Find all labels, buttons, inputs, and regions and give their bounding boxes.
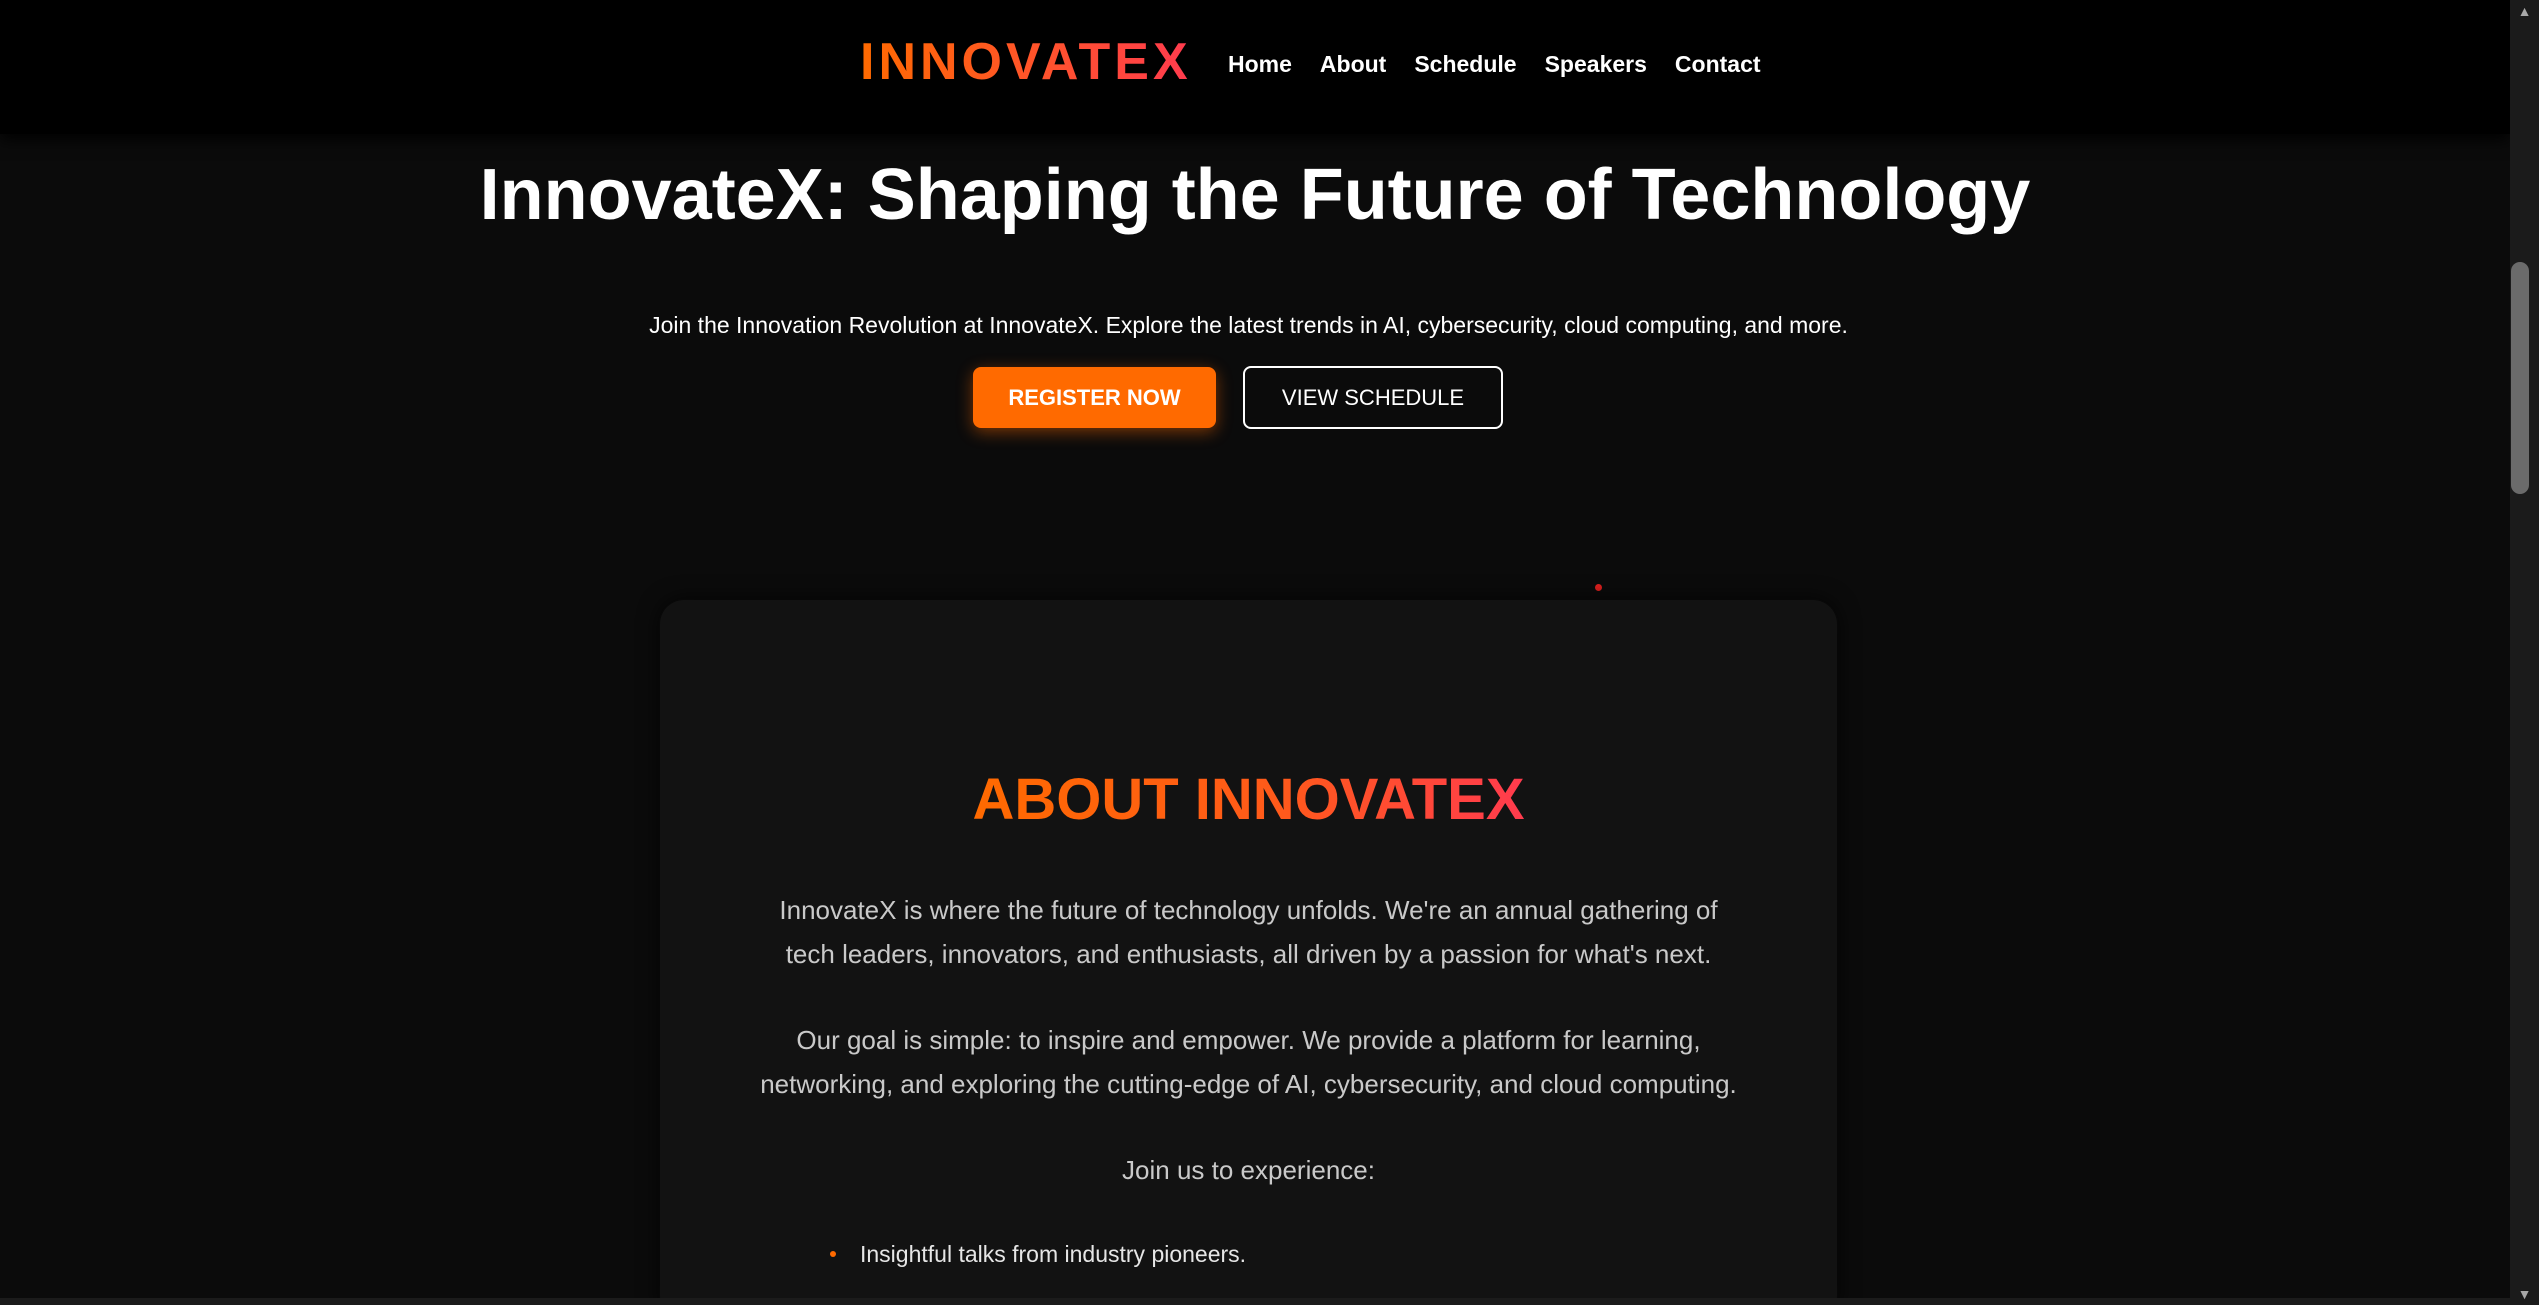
decorative-dot <box>1595 584 1602 591</box>
main-nav: Home About Schedule Speakers Contact <box>1228 48 1761 80</box>
nav-schedule[interactable]: Schedule <box>1414 48 1516 80</box>
hero-title: InnovateX: Shaping the Future of Technol… <box>479 155 2031 235</box>
list-item-text: Insightful talks from industry pioneers. <box>860 1241 1247 1267</box>
scroll-up-arrow-icon[interactable]: ▲ <box>2510 0 2539 22</box>
about-title-text: ABOUT INNOVATEX <box>972 767 1525 832</box>
about-title: ABOUT INNOVATEX <box>660 760 1837 840</box>
hero-subtitle: Join the Innovation Revolution at Innova… <box>649 312 1848 338</box>
nav-about[interactable]: About <box>1320 48 1386 80</box>
nav-speakers[interactable]: Speakers <box>1545 48 1647 80</box>
vertical-scrollbar[interactable]: ▲ ▼ <box>2510 0 2539 1305</box>
about-paragraph-2: Our goal is simple: to inspire and empow… <box>760 1025 1737 1099</box>
list-item: Insightful talks from industry pioneers. <box>830 1236 1246 1272</box>
about-paragraph-3: Join us to experience: <box>1122 1155 1375 1185</box>
page: INNOVATEX Home About Schedule Speakers C… <box>0 0 2539 1305</box>
about-section: ABOUT INNOVATEX InnovateX is where the f… <box>660 600 1837 1305</box>
site-logo[interactable]: INNOVATEX <box>860 30 1192 94</box>
about-paragraph-1: InnovateX is where the future of technol… <box>779 895 1718 969</box>
experience-list: Insightful talks from industry pioneers. <box>830 1236 1246 1272</box>
site-header: INNOVATEX Home About Schedule Speakers C… <box>0 0 2510 134</box>
view-schedule-button[interactable]: VIEW SCHEDULE <box>1243 366 1503 429</box>
bullet-icon <box>830 1251 836 1257</box>
bottom-edge <box>0 1298 2510 1305</box>
nav-home[interactable]: Home <box>1228 48 1292 80</box>
scroll-down-arrow-icon[interactable]: ▼ <box>2510 1283 2539 1305</box>
register-now-button[interactable]: REGISTER NOW <box>973 367 1216 428</box>
nav-contact[interactable]: Contact <box>1675 48 1761 80</box>
scrollbar-thumb[interactable] <box>2511 262 2529 494</box>
